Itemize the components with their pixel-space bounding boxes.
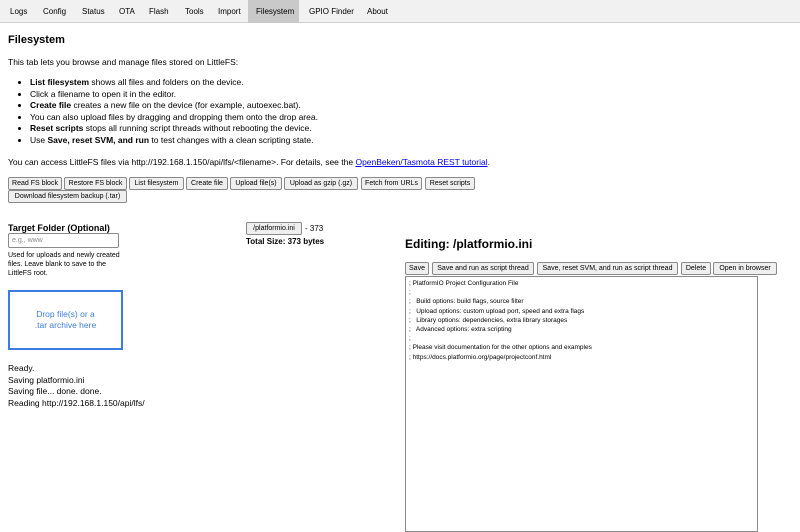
file-size: - 373 [305, 224, 324, 233]
save-run-button[interactable]: Save and run as script thread [432, 262, 534, 275]
intro-text: This tab lets you browse and manage file… [8, 57, 239, 67]
help-text: You can also upload files by dragging an… [30, 111, 318, 122]
log-line: Reading http://192.168.1.150/api/lfs/ [8, 397, 145, 408]
restore-fs-block-button[interactable]: Restore FS block [64, 177, 127, 190]
help-bold: Reset scripts [30, 123, 84, 134]
tab-about[interactable]: About [358, 0, 398, 23]
access-end: . [487, 157, 490, 167]
editor-heading: Editing: /platformio.ini [405, 237, 533, 251]
read-fs-block-button[interactable]: Read FS block [8, 177, 62, 190]
help-item: List filesystem shows all files and fold… [30, 77, 318, 89]
list-filesystem-button[interactable]: List filesystem [129, 177, 184, 190]
access-text: You can access LittleFS files via http:/… [8, 157, 356, 167]
help-list: List filesystem shows all files and fold… [30, 77, 318, 147]
help-item: You can also upload files by dragging an… [30, 112, 318, 124]
page-title: Filesystem [8, 34, 65, 46]
delete-button[interactable]: Delete [681, 262, 711, 275]
tab-config[interactable]: Config [35, 0, 73, 23]
access-note: You can access LittleFS files via http:/… [8, 157, 490, 167]
help-text: creates a new file on the device (for ex… [71, 100, 301, 111]
open-in-browser-button[interactable]: Open in browser [713, 262, 777, 275]
log-line: Ready. [8, 363, 35, 373]
tab-tools[interactable]: Tools [175, 0, 209, 23]
drop-area[interactable]: Drop file(s) or a .tar archive here [8, 290, 123, 350]
file-link-platformio[interactable]: /platformio.ini [246, 222, 302, 235]
help-text: Click a filename to open it in the edito… [30, 88, 176, 99]
tab-ota[interactable]: OTA [111, 0, 141, 23]
fetch-urls-button[interactable]: Fetch from URLs [361, 177, 422, 190]
tab-filesystem[interactable]: Filesystem [248, 0, 299, 23]
help-text: stops all running script threads without… [83, 123, 312, 134]
tab-bar: Logs Config Status OTA Flash Tools Impor… [0, 0, 800, 23]
upload-gzip-button[interactable]: Upload as gzip (.gz) [284, 177, 358, 190]
tab-import[interactable]: Import [209, 0, 248, 23]
help-prefix: Use [30, 134, 48, 145]
upload-files-button[interactable]: Upload file(s) [230, 177, 282, 190]
help-item: Create file creates a new file on the de… [30, 100, 318, 112]
help-item: Reset scripts stops all running script t… [30, 123, 318, 135]
rest-tutorial-link[interactable]: OpenBeken/Tasmota REST tutorial [355, 157, 487, 167]
file-editor[interactable]: ; PlatformIO Project Configuration File … [405, 276, 758, 532]
help-bold: List filesystem [30, 77, 90, 87]
tab-status[interactable]: Status [73, 0, 111, 23]
reset-scripts-button[interactable]: Reset scripts [425, 177, 475, 190]
save-reset-run-button[interactable]: Save, reset SVM, and run as script threa… [537, 262, 678, 275]
target-folder-input[interactable] [8, 233, 119, 248]
create-file-button[interactable]: Create file [186, 177, 228, 190]
target-folder-label: Target Folder (Optional) [8, 223, 110, 233]
drop-area-label: Drop file(s) or a .tar archive here [34, 309, 97, 330]
target-folder-hint: Used for uploads and newly created files… [8, 252, 120, 277]
download-backup-button[interactable]: Download filesystem backup (.tar) [8, 190, 127, 203]
tab-gpio-finder[interactable]: GPIO Finder [299, 0, 358, 23]
tab-logs[interactable]: Logs [0, 0, 35, 23]
help-bold: Save, reset SVM, and run [47, 134, 150, 145]
status-log: Ready. Saving platformio.ini Saving file… [8, 363, 145, 409]
help-item: Click a filename to open it in the edito… [30, 89, 318, 101]
save-button[interactable]: Save [405, 262, 429, 275]
total-size: Total Size: 373 bytes [246, 237, 325, 246]
log-line: Saving platformio.ini [8, 374, 85, 385]
help-text: to test changes with a clean scripting s… [149, 134, 314, 145]
help-item: Use Save, reset SVM, and run to test cha… [30, 135, 318, 147]
log-line: Saving file... done. done. [8, 386, 102, 396]
help-text: shows all files and folders on the devic… [89, 77, 244, 87]
help-bold: Create file [30, 100, 72, 111]
tab-flash[interactable]: Flash [141, 0, 175, 23]
